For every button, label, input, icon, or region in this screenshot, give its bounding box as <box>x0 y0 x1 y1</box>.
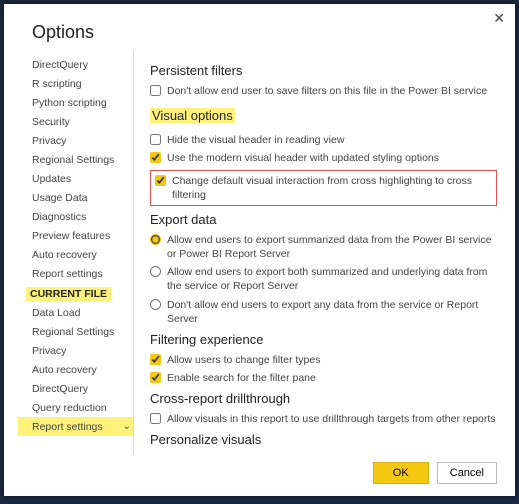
checkbox-modern-visual-header[interactable] <box>150 152 161 163</box>
nav-updates[interactable]: Updates <box>18 169 133 188</box>
dialog-footer: OK Cancel <box>4 454 515 496</box>
label-text: Change default visual interaction from c… <box>172 174 492 202</box>
nav-cf-privacy[interactable]: Privacy <box>18 341 133 360</box>
checkbox-change-filter-types[interactable] <box>150 354 161 365</box>
nav-report-settings[interactable]: Report settings <box>18 264 133 283</box>
close-icon[interactable]: ✕ <box>493 10 505 27</box>
opt-export-none[interactable]: Don't allow end users to export any data… <box>150 298 497 326</box>
radio-export-summarized[interactable] <box>150 234 161 245</box>
nav-cf-data-load[interactable]: Data Load <box>18 303 133 322</box>
dialog-title: Options <box>4 4 515 51</box>
label-text: Enable search for the filter pane <box>167 371 316 385</box>
nav-cf-report-settings[interactable]: Report settings ⌄ <box>18 417 133 436</box>
nav-cf-report-settings-label: Report settings <box>32 421 103 433</box>
nav-cf-auto-recovery[interactable]: Auto recovery <box>18 360 133 379</box>
section-persistent-filters: Persistent filters <box>150 63 497 78</box>
opt-export-summarized[interactable]: Allow end users to export summarized dat… <box>150 233 497 261</box>
chevron-down-icon: ⌄ <box>123 421 131 432</box>
section-personalize-visuals: Personalize visuals <box>150 432 497 447</box>
radio-export-both[interactable] <box>150 266 161 277</box>
ok-button[interactable]: OK <box>373 462 429 484</box>
checkbox-hide-visual-header[interactable] <box>150 134 161 145</box>
checkbox-enable-search-filter[interactable] <box>150 372 161 383</box>
nav-security[interactable]: Security <box>18 112 133 131</box>
label-text: Allow end users to export summarized dat… <box>167 233 497 261</box>
nav-privacy[interactable]: Privacy <box>18 131 133 150</box>
label-text: Use the modern visual header with update… <box>167 151 439 165</box>
cancel-button[interactable]: Cancel <box>437 462 497 484</box>
section-cross-report-drillthrough: Cross-report drillthrough <box>150 391 497 406</box>
label-text: Allow visuals in this report to use dril… <box>167 412 496 426</box>
opt-export-both[interactable]: Allow end users to export both summarize… <box>150 265 497 293</box>
options-dialog: ✕ Options DirectQuery R scripting Python… <box>4 4 515 496</box>
nav-diagnostics[interactable]: Diagnostics <box>18 207 133 226</box>
opt-enable-search-filter[interactable]: Enable search for the filter pane <box>150 371 497 385</box>
nav-cf-query-reduction[interactable]: Query reduction <box>18 398 133 417</box>
nav-python-scripting[interactable]: Python scripting <box>18 93 133 112</box>
opt-change-filter-types[interactable]: Allow users to change filter types <box>150 353 497 367</box>
nav-auto-recovery[interactable]: Auto recovery <box>18 245 133 264</box>
opt-modern-visual-header[interactable]: Use the modern visual header with update… <box>150 151 497 165</box>
checkbox-drillthrough-targets[interactable] <box>150 413 161 424</box>
nav-header-current-file: CURRENT FILE <box>18 283 133 303</box>
nav-usage-data[interactable]: Usage Data <box>18 188 133 207</box>
nav-regional-settings[interactable]: Regional Settings <box>18 150 133 169</box>
label-text: Allow users to change filter types <box>167 353 321 367</box>
checkbox-persistent-dont-allow[interactable] <box>150 85 161 96</box>
opt-cross-filtering[interactable]: Change default visual interaction from c… <box>155 174 492 202</box>
callout-box: Change default visual interaction from c… <box>150 170 497 206</box>
main-panel: Persistent filters Don't allow end user … <box>134 51 515 454</box>
checkbox-cross-filtering[interactable] <box>155 175 166 186</box>
opt-hide-visual-header[interactable]: Hide the visual header in reading view <box>150 133 497 147</box>
section-visual-options: Visual options <box>150 108 235 123</box>
label-text: Don't allow end users to export any data… <box>167 298 497 326</box>
nav-preview-features[interactable]: Preview features <box>18 226 133 245</box>
label-text: Hide the visual header in reading view <box>167 133 344 147</box>
label-text: Don't allow end user to save filters on … <box>167 84 487 98</box>
nav-r-scripting[interactable]: R scripting <box>18 74 133 93</box>
opt-persistent-dont-allow[interactable]: Don't allow end user to save filters on … <box>150 84 497 98</box>
nav-cf-regional-settings[interactable]: Regional Settings <box>18 322 133 341</box>
dialog-body: DirectQuery R scripting Python scripting… <box>4 51 515 454</box>
opt-drillthrough-targets[interactable]: Allow visuals in this report to use dril… <box>150 412 497 426</box>
label-text: Allow end users to export both summarize… <box>167 265 497 293</box>
nav-directquery[interactable]: DirectQuery <box>18 55 133 74</box>
section-filtering-experience: Filtering experience <box>150 332 497 347</box>
nav-cf-directquery[interactable]: DirectQuery <box>18 379 133 398</box>
radio-export-none[interactable] <box>150 299 161 310</box>
sidebar: DirectQuery R scripting Python scripting… <box>14 51 134 454</box>
section-export-data: Export data <box>150 212 497 227</box>
